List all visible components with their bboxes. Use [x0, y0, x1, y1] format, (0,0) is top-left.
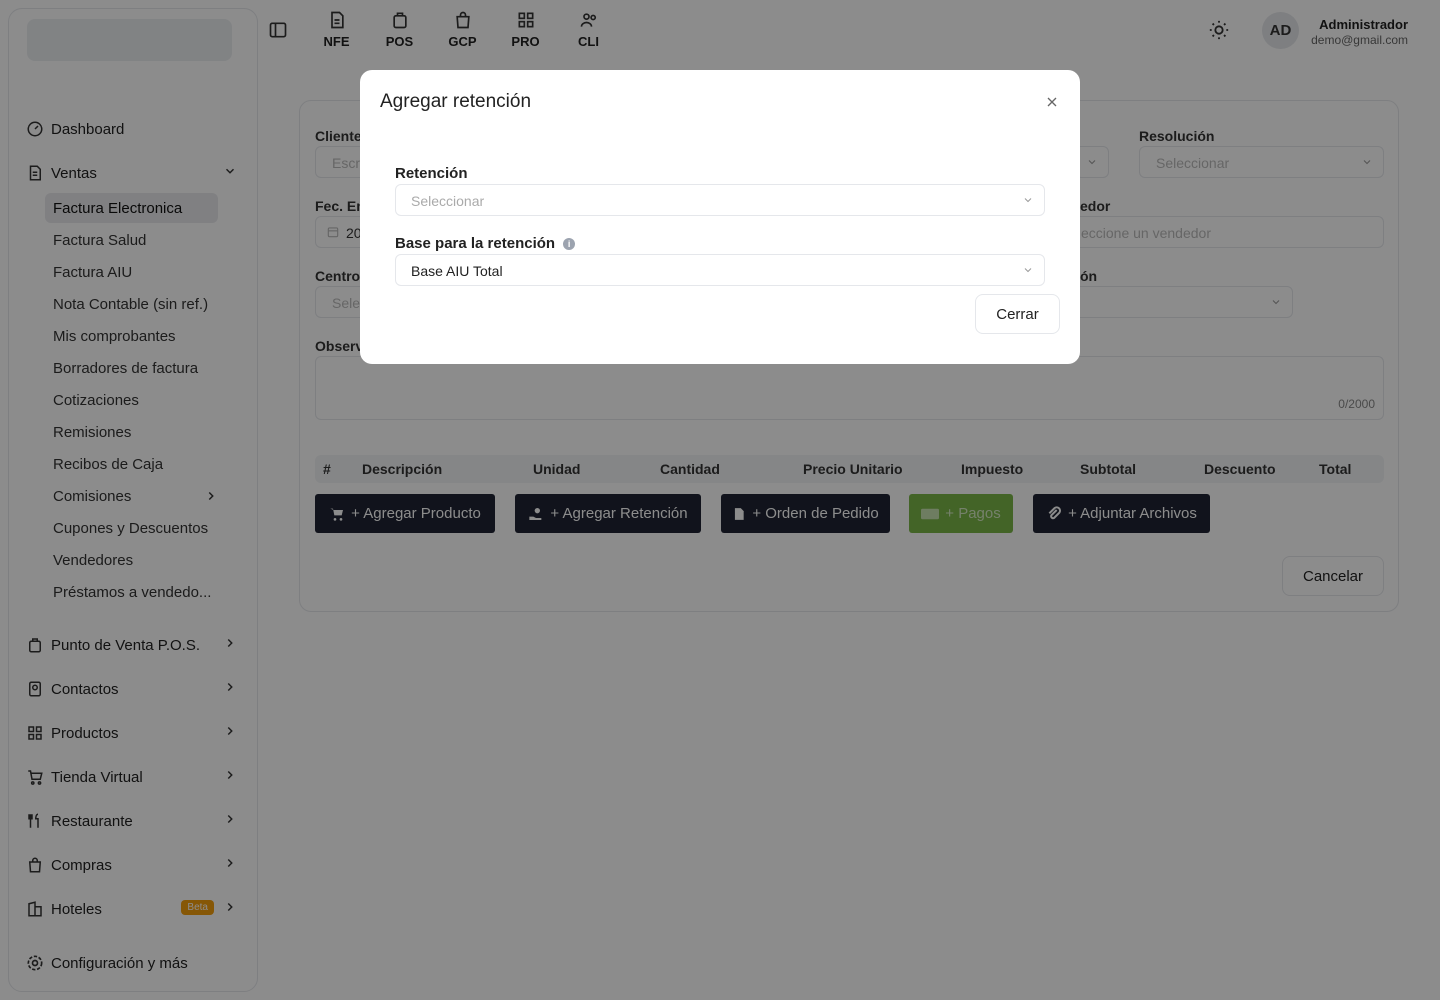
label-text: Base para la retención	[395, 235, 556, 252]
label-text: Retención	[395, 165, 468, 182]
select-placeholder: Seleccionar	[411, 193, 485, 209]
chevron-down-icon	[1022, 194, 1034, 206]
modal-title: Agregar retención	[380, 91, 532, 112]
chevron-down-icon	[1022, 264, 1034, 276]
info-icon[interactable]: i	[563, 237, 576, 250]
retencion-label: Retención	[395, 165, 468, 182]
retencion-select[interactable]: Seleccionar	[395, 184, 1045, 216]
close-modal-button[interactable]: Cerrar	[975, 294, 1060, 334]
base-retencion-select[interactable]: Base AIU Total	[395, 254, 1045, 286]
close-icon[interactable]	[1044, 94, 1060, 110]
base-retencion-label: Base para la retención i	[395, 235, 576, 252]
add-retention-modal: Agregar retención Retención Seleccionar …	[360, 70, 1080, 364]
select-value: Base AIU Total	[411, 263, 503, 279]
